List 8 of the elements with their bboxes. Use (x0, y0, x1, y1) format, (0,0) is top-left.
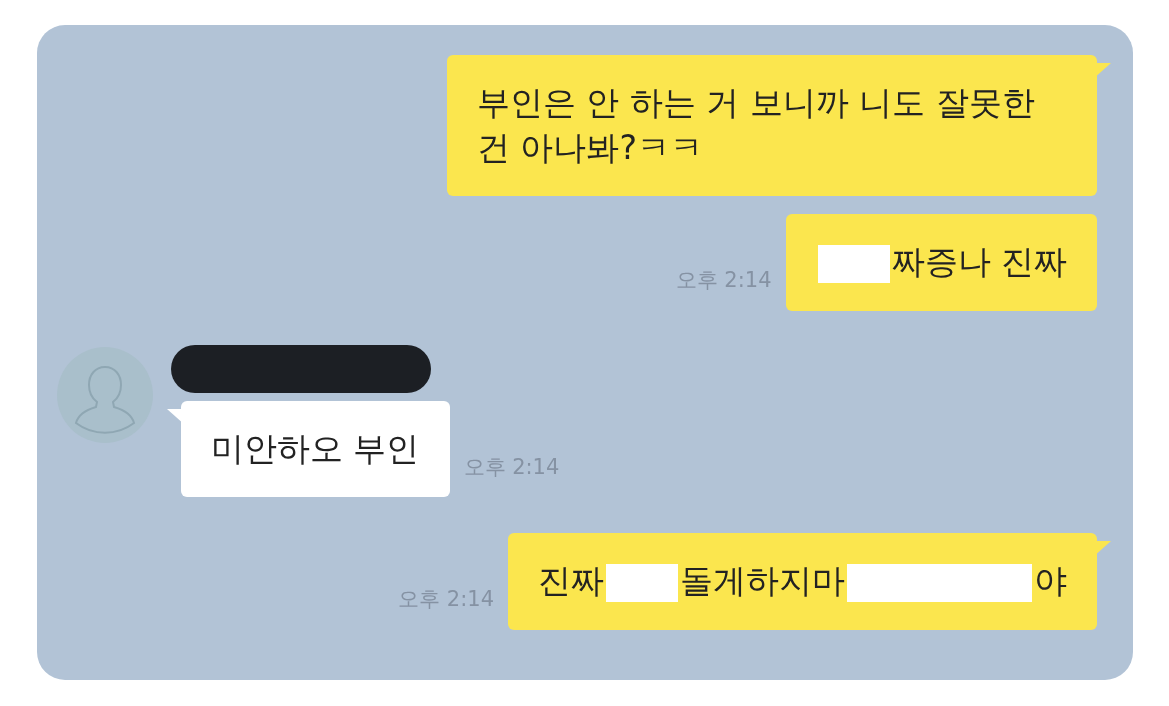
message-text: 짜증나 진짜 (891, 242, 1067, 282)
message-text: 진짜 (538, 561, 604, 601)
avatar-icon[interactable] (55, 344, 155, 445)
message-text: 부인은 안 하는 거 보니까 니도 잘못한 건 아나봐?ㅋㅋ (477, 83, 1035, 167)
redaction-block (606, 563, 678, 602)
message-text: 돌게하지마 (680, 561, 845, 601)
message-text: 미안하오 부인 (211, 428, 420, 468)
message-text: 야 (1034, 561, 1067, 601)
